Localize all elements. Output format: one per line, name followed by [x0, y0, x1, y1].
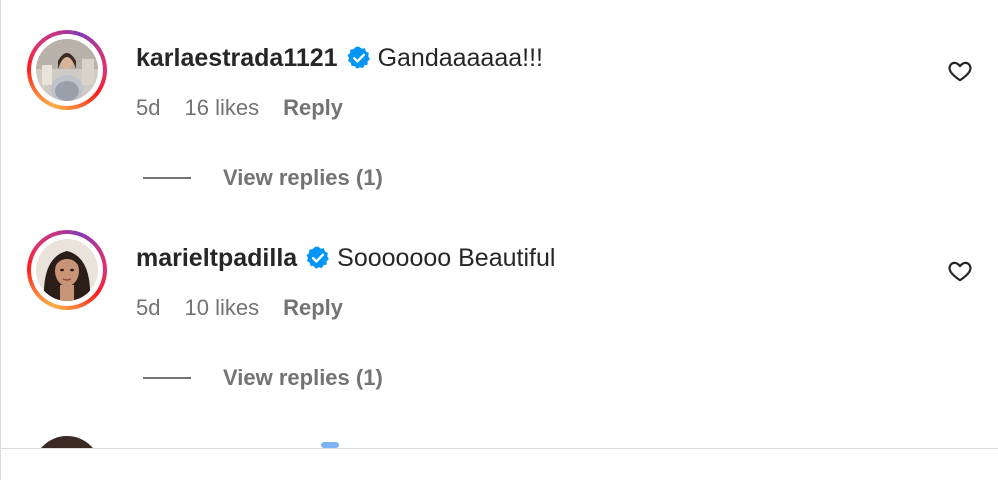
- comment-headline: karlaestrada1121 Gandaaaaaa!!!: [136, 42, 543, 74]
- heart-outline-icon[interactable]: [947, 258, 973, 284]
- comment-input-bar: [1, 448, 998, 480]
- comments-list[interactable]: karlaestrada1121 Gandaaaaaa!!! 5d 16 lik…: [1, 0, 998, 448]
- reply-button[interactable]: Reply: [283, 94, 343, 122]
- comment-meta: 5d 16 likes Reply: [136, 94, 367, 122]
- avatar-image: [36, 239, 98, 301]
- comment-likes[interactable]: 16 likes: [184, 94, 259, 122]
- verified-badge-icon: [346, 45, 372, 71]
- verified-badge-icon: [305, 245, 331, 271]
- avatar[interactable]: [33, 436, 101, 448]
- avatar[interactable]: [36, 39, 98, 101]
- replies-divider-line: [143, 377, 191, 379]
- avatar-image: [36, 39, 98, 101]
- story-ring[interactable]: [27, 230, 107, 310]
- comment-item: karlaestrada1121 Gandaaaaaa!!! 5d 16 lik…: [1, 0, 998, 200]
- comment-headline: marieltpadilla Sooooooo Beautiful: [136, 242, 555, 274]
- comment-username[interactable]: marieltpadilla: [136, 242, 297, 274]
- view-replies-label: View replies (1): [223, 365, 383, 390]
- comment-time[interactable]: 5d: [136, 294, 160, 322]
- view-replies-button[interactable]: View replies (1): [143, 164, 383, 192]
- comments-panel: karlaestrada1121 Gandaaaaaa!!! 5d 16 lik…: [0, 0, 998, 480]
- view-replies-label: View replies (1): [223, 165, 383, 190]
- replies-divider-line: [143, 177, 191, 179]
- view-replies-button[interactable]: View replies (1): [143, 364, 383, 392]
- comment-username[interactable]: karlaestrada1121: [136, 42, 338, 74]
- comment-likes[interactable]: 10 likes: [184, 294, 259, 322]
- comment-item: marieltpadilla Sooooooo Beautiful 5d 10 …: [1, 200, 998, 400]
- reply-button[interactable]: Reply: [283, 294, 343, 322]
- comment-meta: 5d 10 likes Reply: [136, 294, 367, 322]
- avatar-border: [31, 234, 103, 306]
- heart-outline-icon[interactable]: [947, 58, 973, 84]
- comment-text: Sooooooo Beautiful: [337, 244, 556, 272]
- comment-text: Gandaaaaaa!!!: [377, 44, 543, 72]
- comment-time[interactable]: 5d: [136, 94, 160, 122]
- avatar[interactable]: [36, 239, 98, 301]
- avatar-border: [31, 34, 103, 106]
- story-ring[interactable]: [27, 30, 107, 110]
